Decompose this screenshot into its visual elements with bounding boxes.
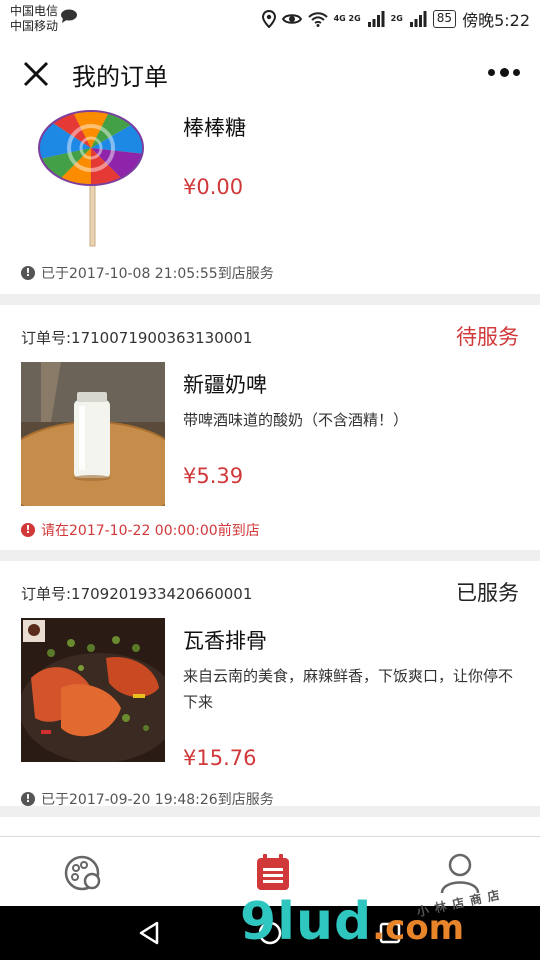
item-description: 来自云南的美食，麻辣鲜香，下饭爽口，让你停不下来 <box>183 667 514 711</box>
carrier-2: 中国移动 <box>10 19 59 33</box>
more-dot-icon <box>513 68 520 76</box>
signal-icon-1 <box>367 11 385 27</box>
item-price: ¥5.39 <box>183 464 244 488</box>
carrier-info: 中国电信 中国移动 <box>10 4 58 34</box>
status-icons: 4G 2G 2G 85 傍晚5:22 <box>261 8 530 30</box>
info-icon: ! <box>21 792 35 806</box>
wifi-icon <box>307 12 328 27</box>
order-number: 订单号:1709201933420660001 <box>21 585 253 603</box>
recent-apps-icon[interactable] <box>377 920 403 946</box>
order-status: 已服务 <box>456 581 519 605</box>
home-icon[interactable] <box>257 920 283 946</box>
location-icon <box>261 10 276 28</box>
order-list[interactable]: 棒棒糖 ¥0.00 ! 已于2017-10-08 21:05:55到店服务 订单… <box>0 104 540 836</box>
network-type-2: 2G <box>390 14 403 23</box>
battery-indicator: 85 <box>432 10 457 28</box>
order-card[interactable]: 订单号:1709201933420660001 已服务 瓦香排骨 来自云南的美食… <box>0 561 540 809</box>
milk-beer-image <box>21 362 165 506</box>
carrier-1: 中国电信 <box>10 4 59 18</box>
item-description: 带啤酒味道的酸奶（不含酒精！） <box>183 411 409 429</box>
service-note-text: 已于2017-09-20 19:48:26到店服务 <box>41 792 274 808</box>
bottom-tab-bar <box>0 836 540 906</box>
clock: 傍晚5:22 <box>462 11 530 30</box>
item-name: 瓦香排骨 <box>183 629 267 653</box>
more-dot-icon <box>488 68 495 76</box>
item-price: ¥15.76 <box>183 746 257 770</box>
alert-icon: ! <box>21 523 35 537</box>
title-bar: 我的订单 <box>0 40 540 104</box>
item-price: ¥0.00 <box>183 175 244 199</box>
profile-tab-icon[interactable] <box>438 851 482 895</box>
service-note: ! 请在2017-10-22 00:00:00前到店 <box>21 520 260 540</box>
more-options-button[interactable] <box>488 66 520 78</box>
order-card[interactable]: 订单号:1710071900363130001 待服务 新疆奶啤 带啤酒味道的酸… <box>0 305 540 550</box>
network-type-1: 4G 2G <box>333 14 361 23</box>
orders-tab-icon[interactable] <box>251 851 295 895</box>
item-name: 新疆奶啤 <box>183 373 267 397</box>
order-card[interactable]: 棒棒糖 ¥0.00 ! 已于2017-10-08 21:05:55到店服务 <box>0 104 540 294</box>
ribs-image <box>21 618 165 762</box>
close-icon[interactable] <box>22 60 50 88</box>
info-icon: ! <box>21 266 35 280</box>
signal-icon-2 <box>409 11 427 27</box>
more-dot-icon <box>499 67 509 77</box>
status-bar: 中国电信 中国移动 4G 2G 2G 85 傍晚5:22 <box>0 0 540 40</box>
service-note-text: 已于2017-10-08 21:05:55到店服务 <box>41 266 274 282</box>
item-name: 棒棒糖 <box>183 116 246 140</box>
back-icon[interactable] <box>137 920 163 946</box>
home-tab-icon[interactable] <box>62 851 106 895</box>
service-note: ! 已于2017-10-08 21:05:55到店服务 <box>21 263 274 283</box>
service-note: ! 已于2017-09-20 19:48:26到店服务 <box>21 789 274 809</box>
service-note-text: 请在2017-10-22 00:00:00前到店 <box>41 523 260 539</box>
eye-icon <box>281 14 302 24</box>
page-title: 我的订单 <box>72 63 168 91</box>
system-nav-bar <box>0 906 540 960</box>
order-status: 待服务 <box>456 325 519 349</box>
lollipop-image <box>21 104 165 248</box>
order-number: 订单号:1710071900363130001 <box>21 329 253 347</box>
order-card[interactable] <box>0 817 540 836</box>
message-icon <box>61 9 77 23</box>
